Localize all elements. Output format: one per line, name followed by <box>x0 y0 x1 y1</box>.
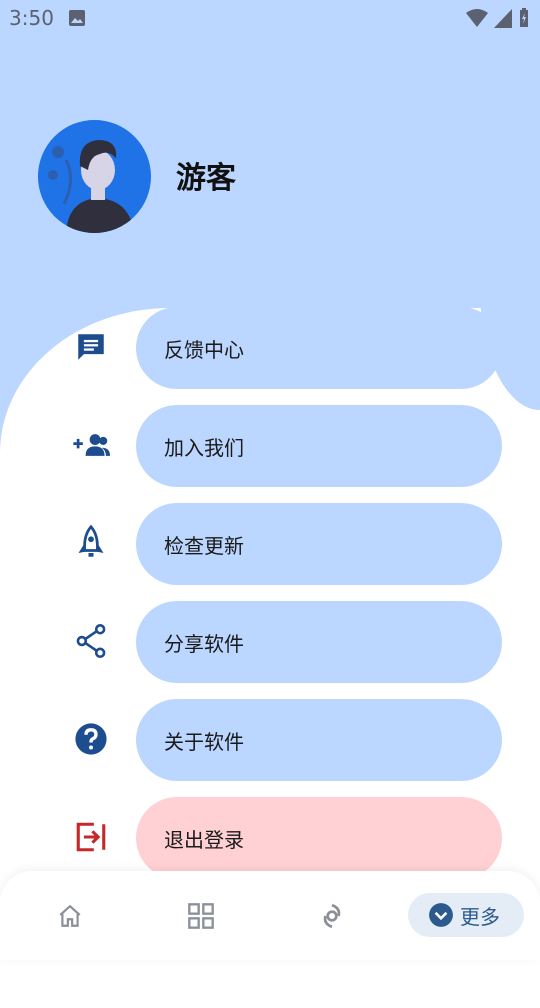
status-icons <box>466 8 530 28</box>
menu-item-label: 检查更新 <box>164 533 244 558</box>
spinner-icon <box>323 903 341 929</box>
status-bar: 3:50 <box>0 0 540 36</box>
help-icon <box>72 720 110 758</box>
home-icon <box>59 904 81 927</box>
wifi-icon <box>466 9 488 27</box>
menu-item-check-update[interactable]: 检查更新 <box>136 503 502 585</box>
battery-icon <box>520 8 528 27</box>
menu-item-label: 加入我们 <box>164 435 244 460</box>
menu-item-label: 分享软件 <box>164 631 244 656</box>
nav-more-label: 更多 <box>460 904 500 929</box>
signal-icon <box>494 9 512 28</box>
menu-item-about[interactable]: 关于软件 <box>136 699 502 781</box>
group-add-icon <box>72 426 110 464</box>
avatar[interactable] <box>38 120 151 233</box>
logout-icon <box>72 818 110 856</box>
menu-item-label: 反馈中心 <box>164 337 244 362</box>
rocket-icon <box>72 524 110 562</box>
menu-item-label: 关于软件 <box>164 729 244 754</box>
menu-item-join-us[interactable]: 加入我们 <box>136 405 502 487</box>
share-icon <box>72 622 110 660</box>
menu-item-logout[interactable]: 退出登录 <box>136 797 502 879</box>
menu-item-label: 退出登录 <box>164 827 244 852</box>
nav-grid[interactable] <box>184 899 218 933</box>
bottom-nav: 更多 <box>0 871 540 960</box>
menu-item-feedback[interactable]: 反馈中心 <box>136 307 502 389</box>
profile-name[interactable]: 游客 <box>176 153 236 197</box>
more-icon <box>429 903 453 927</box>
status-time: 3:50 <box>9 6 54 30</box>
image-notification-icon <box>69 10 85 26</box>
nav-more-button[interactable]: 更多 <box>408 893 524 937</box>
menu-item-share[interactable]: 分享软件 <box>136 601 502 683</box>
grid-icon <box>188 903 214 929</box>
feedback-icon <box>72 328 110 366</box>
nav-home[interactable] <box>53 899 87 933</box>
nav-spinner[interactable] <box>315 899 349 933</box>
